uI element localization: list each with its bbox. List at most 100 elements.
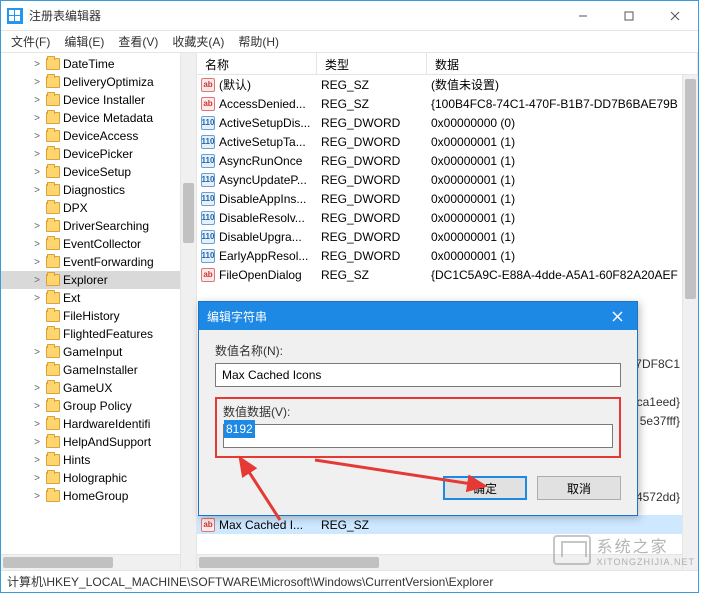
- watermark: 系统之家 XITONGZHIJIA.NET: [553, 533, 695, 567]
- value-name: DisableResolv...: [219, 211, 305, 225]
- value-name-input[interactable]: [215, 363, 621, 387]
- expander-icon[interactable]: >: [31, 473, 43, 484]
- tree-item-label: DPX: [63, 201, 88, 215]
- list-row[interactable]: abFileOpenDialogREG_SZ{DC1C5A9C-E88A-4dd…: [197, 265, 698, 284]
- expander-icon[interactable]: >: [31, 185, 43, 196]
- tree-item[interactable]: FlightedFeatures: [1, 325, 196, 343]
- tree-item[interactable]: GameInstaller: [1, 361, 196, 379]
- menu-fav[interactable]: 收藏夹(A): [166, 31, 230, 52]
- folder-icon: [46, 490, 60, 502]
- expander-icon[interactable]: [31, 203, 43, 214]
- tree-item[interactable]: >HelpAndSupport: [1, 433, 196, 451]
- tree-item[interactable]: > Ext: [1, 289, 196, 307]
- expander-icon[interactable]: [31, 365, 43, 376]
- tree-item-label: Ext: [63, 291, 80, 305]
- folder-icon: [46, 112, 60, 124]
- expander-icon[interactable]: >: [31, 491, 43, 502]
- expander-icon[interactable]: >: [31, 347, 43, 358]
- tree-item[interactable]: >DateTime: [1, 55, 196, 73]
- ok-button[interactable]: 确定: [443, 476, 527, 500]
- list-row[interactable]: 110ActiveSetupDis...REG_DWORD0x00000000 …: [197, 113, 698, 132]
- list-row[interactable]: 110DisableAppIns...REG_DWORD0x00000001 (…: [197, 189, 698, 208]
- expander-icon[interactable]: >: [31, 149, 43, 160]
- cancel-button[interactable]: 取消: [537, 476, 621, 500]
- expander-icon[interactable]: >: [31, 77, 43, 88]
- list-header[interactable]: 名称 类型 数据: [197, 53, 698, 75]
- list-row[interactable]: 110AsyncUpdateP...REG_DWORD0x00000001 (1…: [197, 170, 698, 189]
- list-row[interactable]: ab(默认)REG_SZ(数值未设置): [197, 75, 698, 94]
- col-header-data[interactable]: 数据: [427, 53, 698, 74]
- tree-vscrollbar[interactable]: [180, 53, 196, 570]
- dialog-close-button[interactable]: [597, 302, 637, 330]
- expander-icon[interactable]: >: [31, 275, 43, 286]
- tree-item[interactable]: > DeviceAccess: [1, 127, 196, 145]
- expander-icon[interactable]: >: [31, 95, 43, 106]
- tree-item[interactable]: >DriverSearching: [1, 217, 196, 235]
- tree-item[interactable]: >DeliveryOptimiza: [1, 73, 196, 91]
- menu-view[interactable]: 查看(V): [112, 31, 164, 52]
- expander-icon[interactable]: >: [31, 239, 43, 250]
- expander-icon[interactable]: [31, 329, 43, 340]
- list-row[interactable]: 110DisableResolv...REG_DWORD0x00000001 (…: [197, 208, 698, 227]
- expander-icon[interactable]: >: [31, 167, 43, 178]
- value-type: REG_DWORD: [317, 249, 427, 263]
- expander-icon[interactable]: >: [31, 455, 43, 466]
- expander-icon[interactable]: >: [31, 131, 43, 142]
- list-row[interactable]: 110DisableUpgra...REG_DWORD0x00000001 (1…: [197, 227, 698, 246]
- app-icon: [7, 8, 23, 24]
- value-name: DisableUpgra...: [219, 230, 302, 244]
- expander-icon[interactable]: >: [31, 113, 43, 124]
- col-header-name[interactable]: 名称: [197, 53, 317, 74]
- tree-item[interactable]: >EventCollector: [1, 235, 196, 253]
- tree-item[interactable]: >Device Metadata: [1, 109, 196, 127]
- tree-hscrollbar[interactable]: [1, 554, 180, 570]
- tree-item[interactable]: >Holographic: [1, 469, 196, 487]
- tree-item[interactable]: >GameInput: [1, 343, 196, 361]
- close-button[interactable]: [652, 1, 698, 31]
- expander-icon[interactable]: >: [31, 437, 43, 448]
- tree-item[interactable]: >HardwareIdentifi: [1, 415, 196, 433]
- expander-icon[interactable]: >: [31, 401, 43, 412]
- tree-item[interactable]: >Group Policy: [1, 397, 196, 415]
- list-row[interactable]: abAccessDenied...REG_SZ{100B4FC8-74C1-47…: [197, 94, 698, 113]
- tree-item[interactable]: DPX: [1, 199, 196, 217]
- tree-item[interactable]: >Explorer: [1, 271, 196, 289]
- tree-item[interactable]: >Hints: [1, 451, 196, 469]
- value-type: REG_SZ: [317, 518, 427, 532]
- list-vscrollbar[interactable]: [682, 75, 698, 570]
- menu-help[interactable]: 帮助(H): [232, 31, 285, 52]
- menu-file[interactable]: 文件(F): [5, 31, 56, 52]
- list-row-selected[interactable]: ab Max Cached I... REG_SZ: [197, 515, 682, 534]
- minimize-button[interactable]: [560, 1, 606, 31]
- tree-item[interactable]: >DevicePicker: [1, 145, 196, 163]
- expander-icon[interactable]: >: [31, 221, 43, 232]
- tree-item[interactable]: FileHistory: [1, 307, 196, 325]
- tree-item[interactable]: >Device Installer: [1, 91, 196, 109]
- menu-edit[interactable]: 编辑(E): [58, 31, 110, 52]
- expander-icon[interactable]: >: [31, 257, 43, 268]
- tree-pane[interactable]: >DateTime>DeliveryOptimiza>Device Instal…: [1, 53, 197, 570]
- tree-item[interactable]: >DeviceSetup: [1, 163, 196, 181]
- value-data: 0x00000000 (0): [427, 116, 698, 130]
- maximize-button[interactable]: [606, 1, 652, 31]
- dialog-titlebar[interactable]: 编辑字符串: [199, 302, 637, 330]
- expander-icon[interactable]: >: [31, 383, 43, 394]
- col-header-type[interactable]: 类型: [317, 53, 427, 74]
- list-row[interactable]: 110EarlyAppResol...REG_DWORD0x00000001 (…: [197, 246, 698, 265]
- expander-icon[interactable]: >: [31, 59, 43, 70]
- tree-item[interactable]: >Diagnostics: [1, 181, 196, 199]
- tree-item[interactable]: >HomeGroup: [1, 487, 196, 505]
- tree-item[interactable]: >GameUX: [1, 379, 196, 397]
- expander-icon[interactable]: [31, 311, 43, 322]
- tree-item-label: DeviceAccess: [63, 129, 138, 143]
- value-data-input[interactable]: [223, 424, 613, 448]
- value-type: REG_DWORD: [317, 230, 427, 244]
- tree-item-label: FlightedFeatures: [63, 327, 153, 341]
- expander-icon[interactable]: >: [31, 293, 43, 304]
- titlebar[interactable]: 注册表编辑器: [1, 1, 698, 31]
- expander-icon[interactable]: >: [31, 419, 43, 430]
- tree-item[interactable]: >EventForwarding: [1, 253, 196, 271]
- list-row[interactable]: 110ActiveSetupTa...REG_DWORD0x00000001 (…: [197, 132, 698, 151]
- list-row[interactable]: 110AsyncRunOnceREG_DWORD0x00000001 (1): [197, 151, 698, 170]
- value-type: REG_SZ: [317, 268, 427, 282]
